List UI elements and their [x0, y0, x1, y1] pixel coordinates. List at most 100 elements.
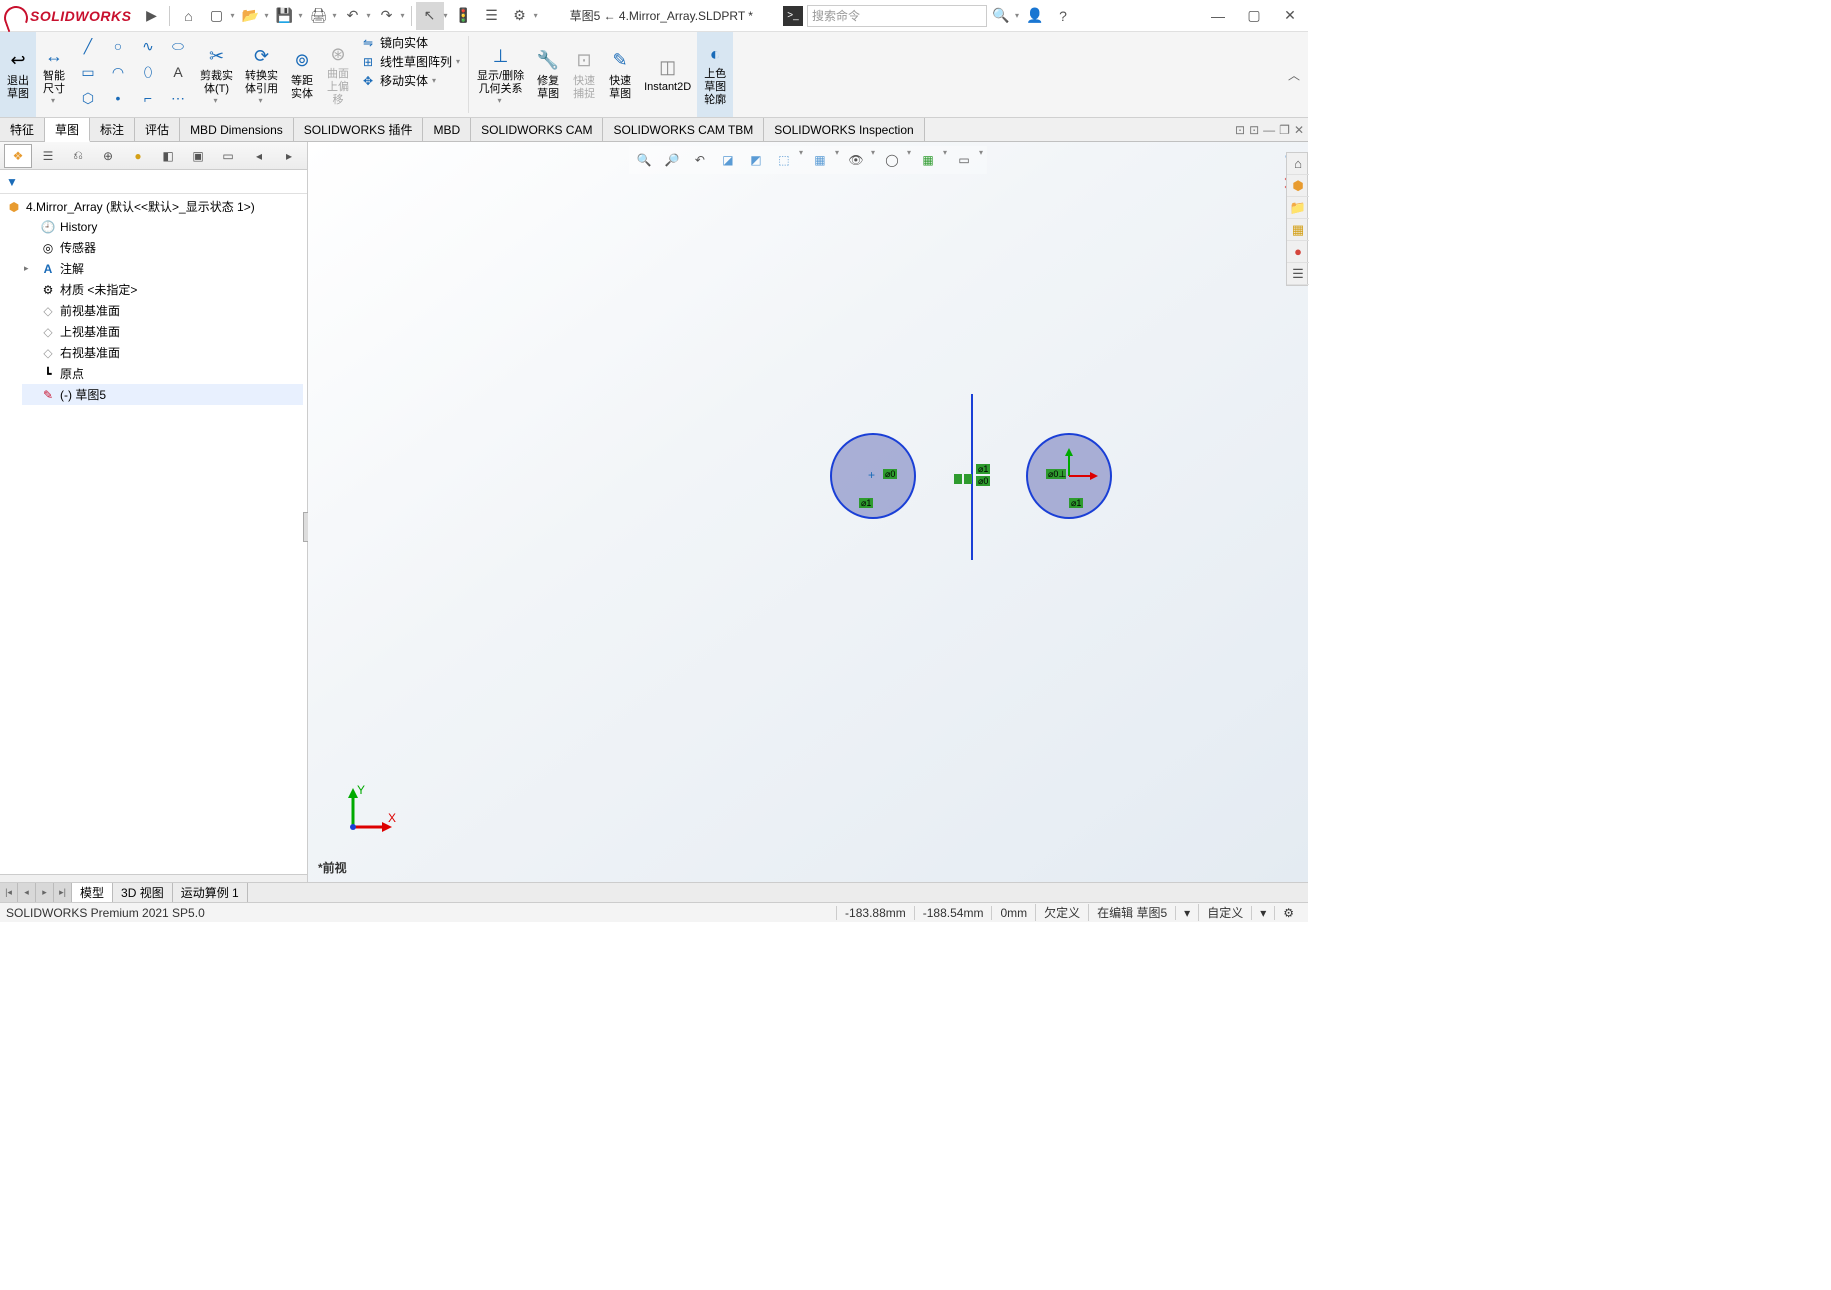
exit-sketch-button[interactable]: ↩ 退出 草图: [0, 32, 36, 117]
tree-tab-6[interactable]: ◧: [154, 144, 182, 168]
move-button[interactable]: ✥移动实体▾: [360, 72, 462, 89]
expand-icon[interactable]: ▸: [24, 263, 36, 274]
arc-tool[interactable]: ◠: [104, 60, 132, 84]
tab-inspection[interactable]: SOLIDWORKS Inspection: [764, 118, 924, 141]
tree-tab-feature[interactable]: ❖: [4, 144, 32, 168]
doc-next-icon[interactable]: ⊡: [1249, 123, 1259, 137]
dropdown-icon[interactable]: ▾: [365, 11, 373, 20]
tree-tab-display[interactable]: ●: [124, 144, 152, 168]
list-icon[interactable]: ☰: [478, 2, 506, 30]
quick-sketch-button[interactable]: ✎ 快速 草图: [602, 32, 638, 117]
search-input[interactable]: 搜索命令: [807, 5, 987, 27]
tree-tab-property[interactable]: ☰: [34, 144, 62, 168]
tab-mbd-dim[interactable]: MBD Dimensions: [180, 118, 294, 141]
options-button[interactable]: ⚙: [506, 2, 534, 30]
tab-cam[interactable]: SOLIDWORKS CAM: [471, 118, 603, 141]
dropdown-icon[interactable]: ▾: [1013, 11, 1021, 20]
spline-tool[interactable]: ∿: [134, 34, 162, 58]
status-gear-icon[interactable]: ⚙: [1274, 906, 1302, 920]
tree-item-sketch5[interactable]: ✎(-) 草图5: [22, 384, 303, 405]
tab-nav-last[interactable]: ▸|: [54, 883, 72, 902]
status-custom[interactable]: 自定义: [1198, 904, 1251, 921]
mirror-button[interactable]: ⇋镜向实体: [360, 34, 462, 51]
dropdown-icon[interactable]: ▾: [399, 11, 407, 20]
trim-button[interactable]: ✂ 剪裁实 体(T) ▾: [194, 32, 239, 117]
viewport[interactable]: 🔍 🔎 ↶ ◪ ◩ ⬚▾ ▦▾ 👁▾ ◯▾ ▦▾ ▭▾ ↪ ✖ ⌂ ⬢ 📁 ▦ …: [308, 142, 1308, 882]
search-icon[interactable]: 🔍: [987, 2, 1015, 30]
help-icon[interactable]: ?: [1049, 2, 1077, 30]
play-icon[interactable]: ▶: [137, 2, 165, 30]
tree-item-history[interactable]: 🕘History: [22, 217, 303, 237]
dropdown-icon[interactable]: ▾: [228, 11, 236, 20]
status-menu-icon[interactable]: ▾: [1251, 906, 1274, 920]
convert-button[interactable]: ⟳ 转换实 体引用 ▾: [239, 32, 284, 117]
tree-root[interactable]: ⬢ 4.Mirror_Array (默认<<默认>_显示状态 1>): [4, 196, 303, 217]
maximize-button[interactable]: ▢: [1236, 2, 1272, 30]
tree-item-front-plane[interactable]: ◇前视基准面: [22, 300, 303, 321]
offset-button[interactable]: ⊚ 等距 实体: [284, 32, 320, 117]
doc-prev-icon[interactable]: ⊡: [1235, 123, 1245, 137]
tab-evaluate[interactable]: 评估: [135, 118, 180, 141]
doc-minimize-icon[interactable]: —: [1263, 123, 1275, 137]
status-unit-icon[interactable]: ▾: [1175, 906, 1198, 920]
point-tool[interactable]: •: [104, 86, 132, 110]
polygon-tool[interactable]: ⬡: [74, 86, 102, 110]
dropdown-icon[interactable]: ▾: [262, 11, 270, 20]
tree-tab-config[interactable]: ⎌: [64, 144, 92, 168]
tree-item-top-plane[interactable]: ◇上视基准面: [22, 321, 303, 342]
redo-button[interactable]: ↷: [373, 2, 401, 30]
text-tool[interactable]: A: [164, 60, 192, 84]
linear-pattern-button[interactable]: ⊞线性草图阵列▾: [360, 53, 462, 70]
tree-item-annotations[interactable]: ▸A注解: [22, 258, 303, 279]
rect-tool[interactable]: ▭: [74, 60, 102, 84]
repair-sketch-button[interactable]: 🔧 修复 草图: [530, 32, 566, 117]
tree-item-sensors[interactable]: ◎传感器: [22, 237, 303, 258]
bottom-tab-motion[interactable]: 运动算例 1: [173, 883, 248, 902]
close-button[interactable]: ✕: [1272, 2, 1308, 30]
ribbon-collapse-icon[interactable]: ︿: [1288, 66, 1300, 83]
save-button[interactable]: 💾: [270, 2, 298, 30]
doc-close-icon[interactable]: ✕: [1294, 123, 1304, 137]
slot-tool[interactable]: ⬭: [164, 34, 192, 58]
dropdown-icon[interactable]: ▾: [296, 11, 304, 20]
tab-features[interactable]: 特征: [0, 118, 45, 141]
dropdown-icon[interactable]: ▾: [331, 11, 339, 20]
search-toggle[interactable]: >_: [783, 6, 803, 26]
new-doc-button[interactable]: ▢: [202, 2, 230, 30]
instant2d-button[interactable]: ◫ Instant2D: [638, 32, 697, 117]
show-relations-button[interactable]: ⊥ 显示/删除 几何关系 ▾: [471, 32, 530, 117]
minimize-button[interactable]: —: [1200, 2, 1236, 30]
tab-nav-next[interactable]: ▸: [36, 883, 54, 902]
tree-item-origin[interactable]: ┗原点: [22, 363, 303, 384]
fillet-tool[interactable]: ⌐: [134, 86, 162, 110]
smart-dimension-button[interactable]: ↔ 智能 尺寸 ▾: [36, 32, 72, 117]
tree-tab-7[interactable]: ▣: [184, 144, 212, 168]
tree-item-material[interactable]: ⚙材质 <未指定>: [22, 279, 303, 300]
circle-tool[interactable]: ○: [104, 34, 132, 58]
tab-sketch[interactable]: 草图: [45, 118, 90, 142]
bottom-tab-model[interactable]: 模型: [72, 883, 113, 902]
tab-mbd[interactable]: MBD: [423, 118, 471, 141]
tab-cam-tbm[interactable]: SOLIDWORKS CAM TBM: [603, 118, 764, 141]
ellipse-tool[interactable]: ⬯: [134, 60, 162, 84]
dropdown-icon[interactable]: ▾: [442, 11, 450, 20]
tree-nav-right[interactable]: ▸: [275, 144, 303, 168]
traffic-icon[interactable]: 🚦: [450, 2, 478, 30]
open-button[interactable]: 📂: [236, 2, 264, 30]
more-tool[interactable]: ⋯: [164, 86, 192, 110]
home-button[interactable]: ⌂: [174, 2, 202, 30]
tree-tab-8[interactable]: ▭: [214, 144, 242, 168]
tab-nav-first[interactable]: |◂: [0, 883, 18, 902]
tree-item-right-plane[interactable]: ◇右视基准面: [22, 342, 303, 363]
tab-nav-prev[interactable]: ◂: [18, 883, 36, 902]
shaded-contour-button[interactable]: ◐ 上色 草图 轮廓: [697, 32, 733, 117]
line-tool[interactable]: ╱: [74, 34, 102, 58]
tree-nav-left[interactable]: ◂: [245, 144, 273, 168]
tab-annotate[interactable]: 标注: [90, 118, 135, 141]
doc-restore-icon[interactable]: ❐: [1279, 123, 1290, 137]
tab-addins[interactable]: SOLIDWORKS 插件: [294, 118, 424, 141]
bottom-tab-3dview[interactable]: 3D 视图: [113, 883, 173, 902]
select-button[interactable]: ↖: [416, 2, 444, 30]
dropdown-icon[interactable]: ▾: [532, 11, 540, 20]
tree-tab-dimxpert[interactable]: ⊕: [94, 144, 122, 168]
